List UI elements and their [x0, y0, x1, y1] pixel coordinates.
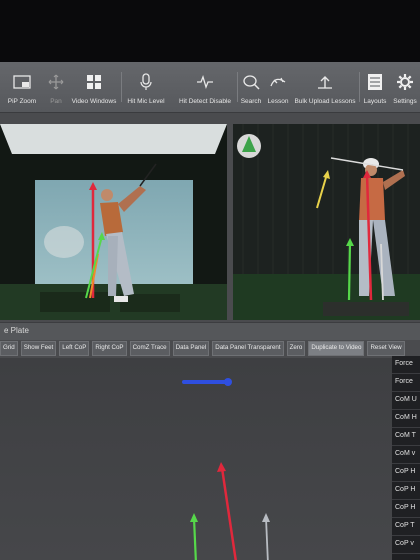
zero-button[interactable]: Zero	[286, 341, 306, 356]
pip-zoom-button[interactable]: PiP Zoom	[6, 66, 38, 110]
data-row[interactable]: CoM U	[392, 392, 420, 410]
main-toolbar: PiP Zoom Pan Video Windows Hit Mic Level	[0, 62, 420, 113]
bulk-upload-lessons-button[interactable]: Bulk Upload Lessons	[294, 66, 356, 110]
right-plate-force-vector	[265, 517, 269, 560]
force-vector-green-right	[347, 241, 352, 301]
force-plate-panel-header: e Plate	[0, 322, 420, 340]
force-plate-3d-view[interactable]	[0, 358, 392, 560]
resultant-force-vector	[220, 467, 237, 560]
comz-trace-button[interactable]: ComZ Trace	[129, 341, 170, 356]
search-icon	[240, 71, 262, 93]
layouts-icon	[364, 71, 386, 93]
video-pane-left[interactable]	[0, 124, 227, 320]
data-row[interactable]: CoM H	[392, 410, 420, 428]
layouts-button[interactable]: Layouts	[362, 66, 388, 110]
reset-view-button[interactable]: Reset View	[367, 341, 405, 356]
hit-mic-level-button[interactable]: Hit Mic Level	[124, 66, 168, 110]
microphone-icon	[135, 71, 157, 93]
lesson-button[interactable]: Lesson	[266, 66, 290, 110]
lesson-icon	[267, 71, 289, 93]
hit-detect-icon	[194, 71, 216, 93]
force-plate-scene	[182, 378, 270, 560]
data-row[interactable]: CoP v	[392, 536, 420, 554]
data-row[interactable]: CoM v	[392, 446, 420, 464]
app-window: PiP Zoom Pan Video Windows Hit Mic Level	[0, 62, 420, 560]
grid-button[interactable]: Grid	[0, 341, 18, 356]
right-cop-button[interactable]: Right CoP	[92, 341, 127, 356]
pip-zoom-icon	[11, 71, 33, 93]
video-windows-button[interactable]: Video Windows	[70, 66, 118, 110]
pan-icon	[45, 71, 67, 93]
data-row[interactable]: CoP H	[392, 464, 420, 482]
data-row[interactable]: CoP H	[392, 500, 420, 518]
video-frame-right	[233, 124, 420, 320]
video-pane-right[interactable]	[233, 124, 420, 320]
settings-button[interactable]: Settings	[391, 66, 419, 110]
data-row[interactable]: Force	[392, 374, 420, 392]
toolbar-separator	[359, 72, 360, 102]
video-windows-icon	[83, 71, 105, 93]
data-row[interactable]: CoP H	[392, 482, 420, 500]
data-panel-list: Force Force CoM U CoM H CoM T CoM v CoP …	[392, 356, 420, 560]
settings-icon	[394, 71, 416, 93]
search-button[interactable]: Search	[240, 66, 262, 110]
force-plate-button-bar: Grid Show Feet Left CoP Right CoP ComZ T…	[0, 341, 420, 356]
hit-detect-disable-button[interactable]: Hit Detect Disable	[176, 66, 234, 110]
panel-title: e Plate	[4, 326, 29, 335]
data-panel-transparent-button[interactable]: Data Panel Transparent	[212, 341, 284, 356]
left-plate-force-vector	[192, 517, 197, 560]
show-feet-button[interactable]: Show Feet	[20, 341, 57, 356]
toolbar-separator	[237, 72, 238, 102]
bulk-upload-icon	[314, 71, 336, 93]
video-frame-left	[0, 124, 227, 320]
data-row[interactable]: CoM T	[392, 428, 420, 446]
brand-logo	[237, 134, 261, 158]
data-panel-button[interactable]: Data Panel	[172, 341, 210, 356]
data-row[interactable]: CoP T	[392, 518, 420, 536]
duplicate-to-video-button[interactable]: Duplicate to Video	[308, 341, 365, 356]
left-cop-button[interactable]: Left CoP	[59, 341, 90, 356]
pan-button[interactable]: Pan	[46, 66, 66, 110]
toolbar-separator	[121, 72, 122, 102]
data-row[interactable]: Force	[392, 356, 420, 374]
